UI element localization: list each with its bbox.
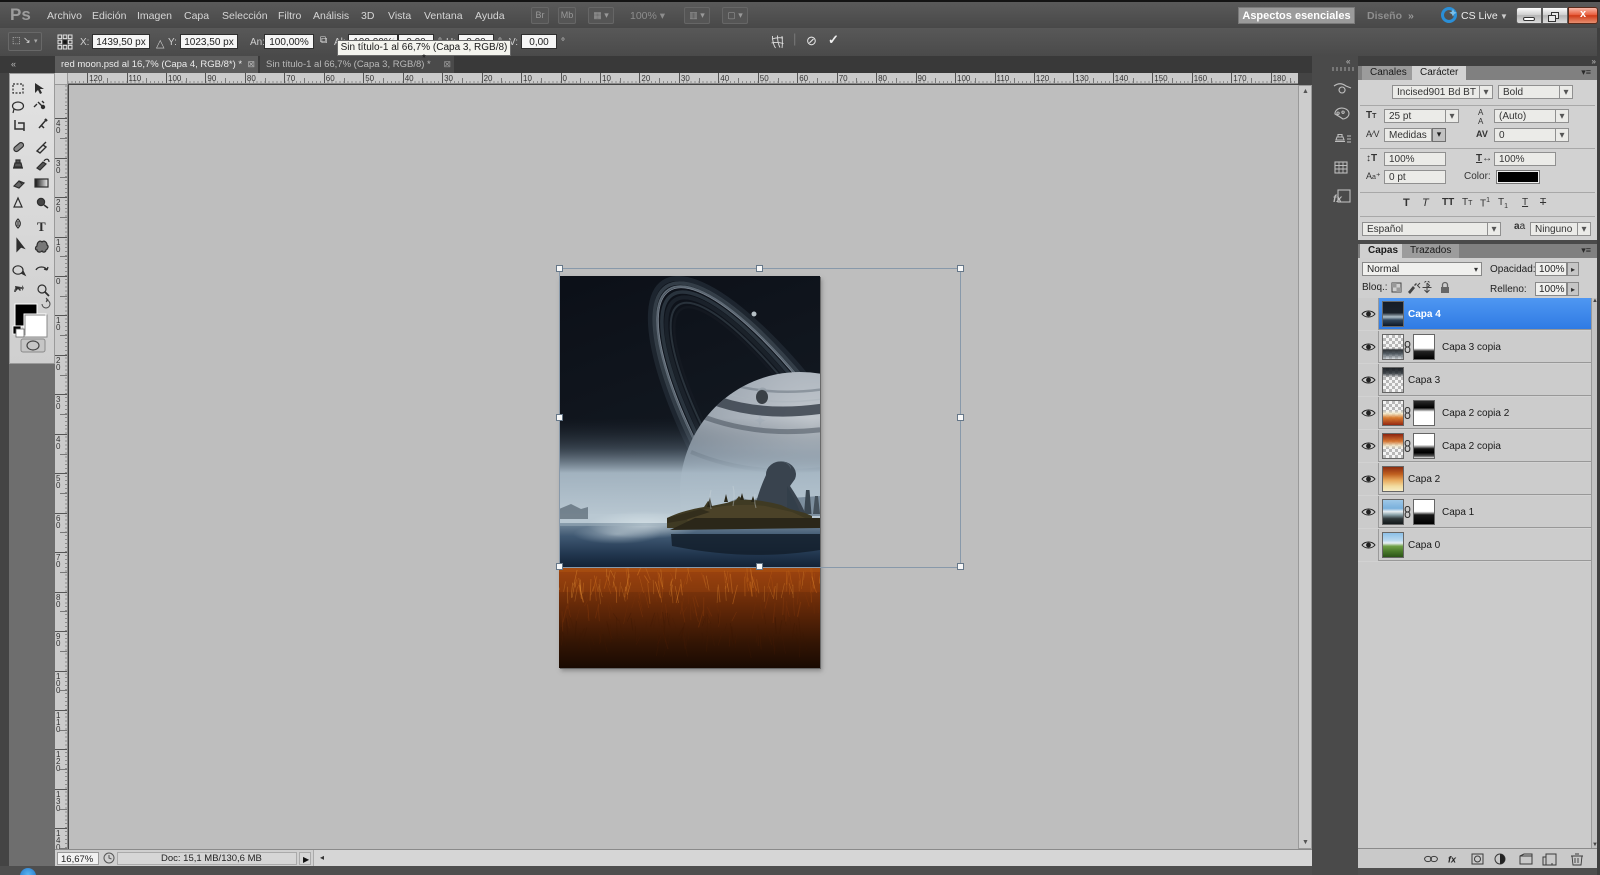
svg-text:fx: fx (1333, 194, 1342, 205)
svg-text:T: T (37, 219, 46, 234)
svg-text:fx: fx (1448, 855, 1457, 865)
